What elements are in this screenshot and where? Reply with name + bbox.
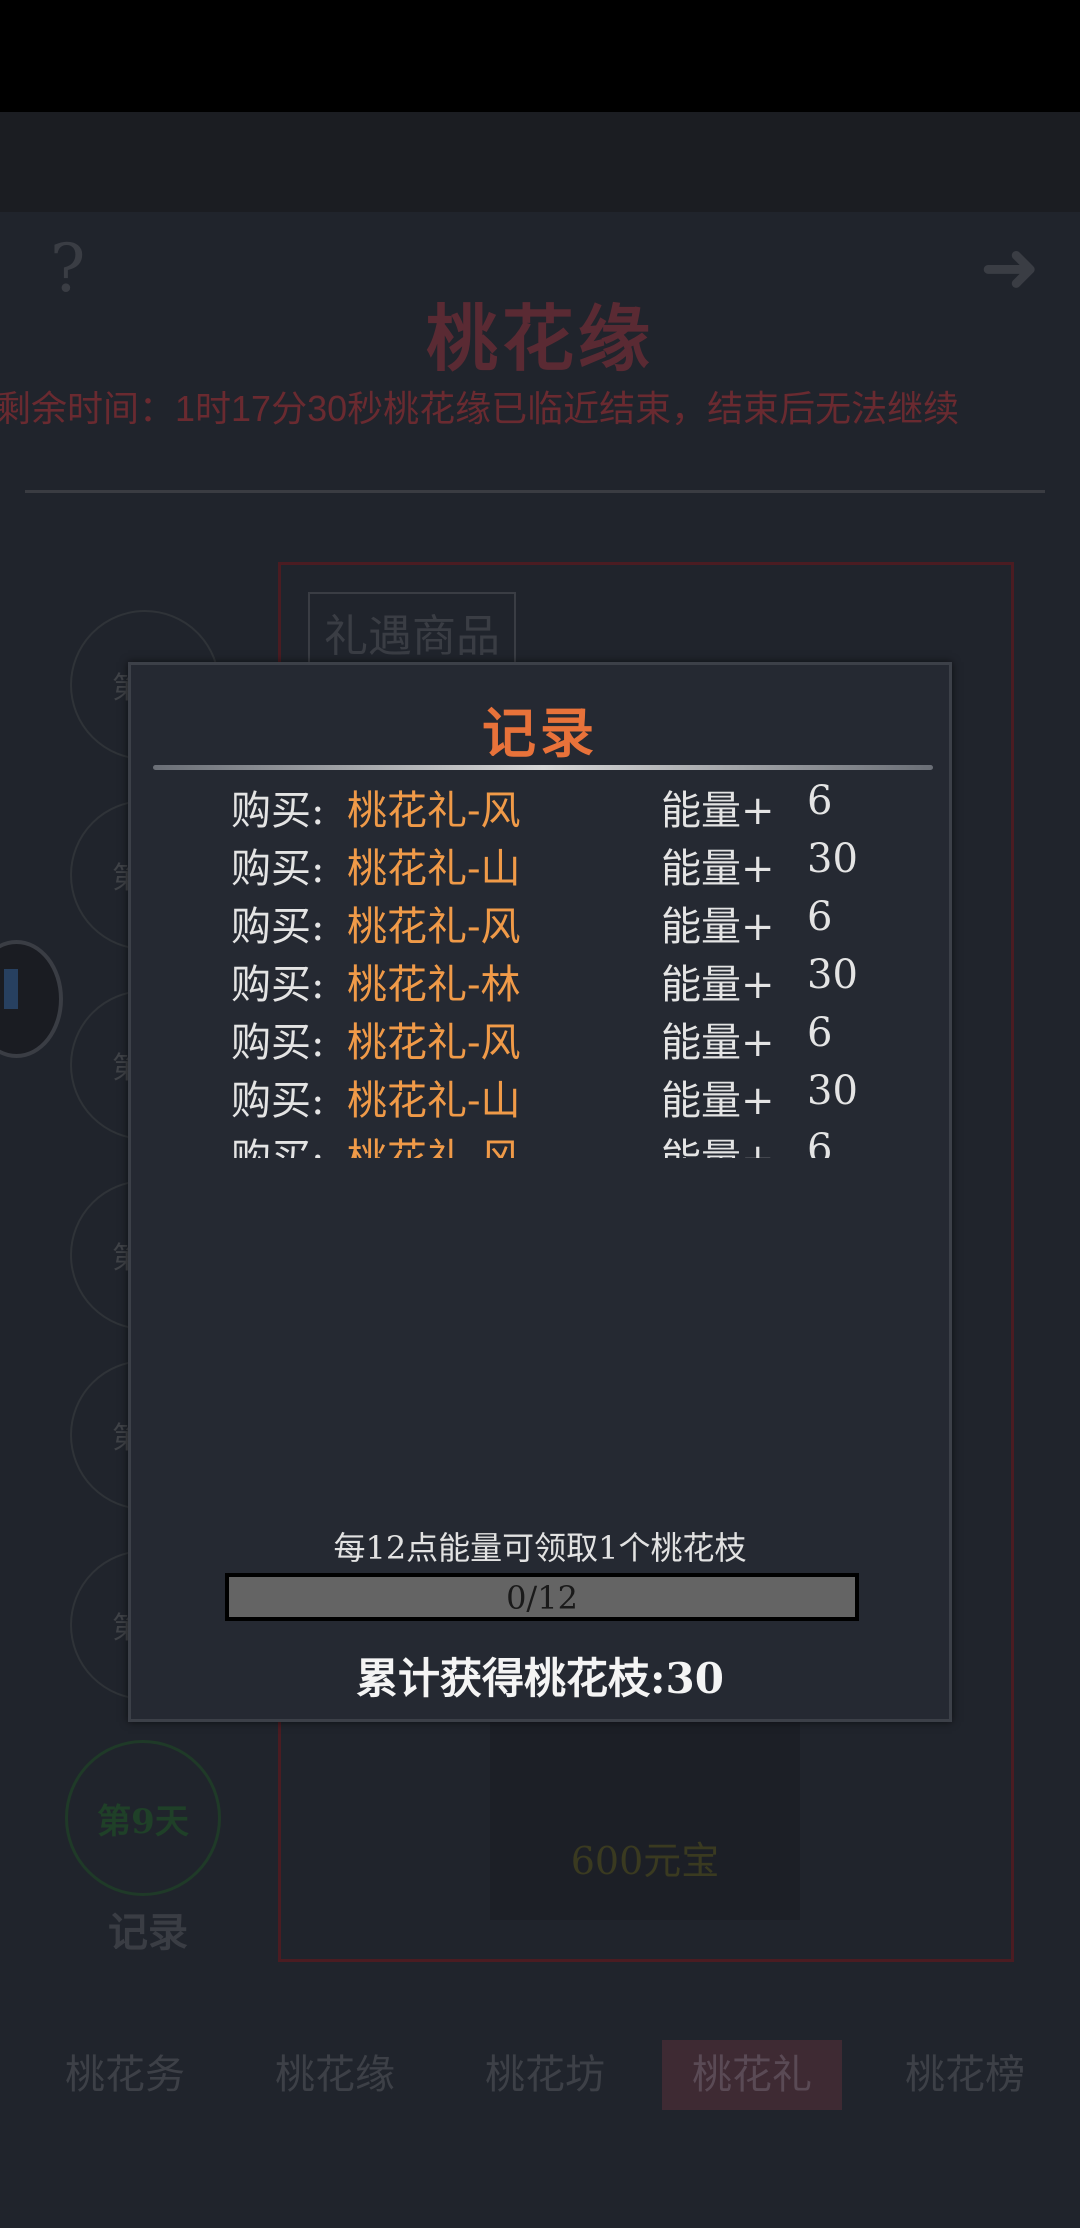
record-energy-label: 能量+ bbox=[661, 962, 775, 1008]
record-modal: 记录 购买: 桃花礼-风 能量+ 6 购买: 桃花礼-山 能量+ 30 购买: 桃花礼-风 能量+ 6… bbox=[128, 662, 952, 1722]
total-branches: 累计获得桃花枝:30 bbox=[356, 1654, 724, 1703]
countdown-text: 剩余时间：1时17分30秒桃花缘已临近结束，结束后无法继续 bbox=[0, 388, 960, 429]
gift-panel-label: 礼遇商品 bbox=[308, 592, 516, 672]
record-energy-amount: 30 bbox=[807, 1068, 858, 1114]
record-energy-label: 能量+ bbox=[661, 904, 775, 950]
record-energy-amount: 30 bbox=[807, 836, 858, 882]
record-item-name: 桃花礼-山 bbox=[347, 846, 521, 892]
tab-taohuafang[interactable]: 桃花坊 bbox=[470, 2040, 620, 2110]
record-row: 购买: 桃花礼-风 能量+ 6 bbox=[131, 778, 949, 836]
record-label: 购买: bbox=[231, 1020, 325, 1066]
record-label: 购买: bbox=[231, 1126, 324, 1158]
record-label: 购买: bbox=[231, 904, 325, 950]
modal-divider bbox=[153, 765, 933, 770]
record-label: 购买: bbox=[231, 1078, 325, 1124]
record-item-name: 桃花礼-山 bbox=[347, 1078, 521, 1124]
record-row: 购买: 桃花礼-山 能量+ 30 bbox=[131, 836, 949, 894]
record-item-name: 桃花礼-风 bbox=[347, 1020, 521, 1066]
bottom-tab-bar: 桃花务 桃花缘 桃花坊 桃花礼 桃花榜 bbox=[0, 2040, 1080, 2130]
record-energy-amount: 30 bbox=[807, 952, 858, 998]
day-9-circle[interactable]: 第9天 bbox=[65, 1740, 221, 1896]
gift-price: 600元宝 bbox=[570, 1839, 720, 1883]
record-energy-amount: 6 bbox=[807, 778, 833, 824]
page-title: 桃花缘 bbox=[425, 296, 654, 381]
record-energy-amount: 6 bbox=[807, 1126, 833, 1158]
record-item-name: 桃花礼-风 bbox=[347, 904, 521, 950]
energy-progress-bar: 0/12 bbox=[225, 1573, 859, 1621]
record-energy-label: 能量+ bbox=[661, 1126, 775, 1158]
record-energy-label: 能量+ bbox=[661, 788, 775, 834]
record-list[interactable]: 购买: 桃花礼-风 能量+ 6 购买: 桃花礼-山 能量+ 30 购买: 桃花礼-风 能量+ 6 购买:… bbox=[131, 778, 949, 1158]
record-item-name: 桃花礼-风 bbox=[347, 1126, 521, 1158]
record-energy-label: 能量+ bbox=[661, 1020, 775, 1066]
record-energy-amount: 6 bbox=[807, 1010, 833, 1056]
record-energy-amount: 6 bbox=[807, 894, 833, 940]
divider bbox=[25, 490, 1045, 493]
tab-taohuawu[interactable]: 桃花务 bbox=[50, 2040, 200, 2110]
record-label: 购买: bbox=[231, 962, 325, 1008]
record-item-name: 桃花礼-风 bbox=[347, 788, 521, 834]
record-row: 购买: 桃花礼-风 能量+ 6 bbox=[131, 1010, 949, 1068]
record-label: 购买: bbox=[231, 788, 325, 834]
record-label: 购买: bbox=[231, 846, 325, 892]
tab-taohuali[interactable]: 桃花礼 bbox=[662, 2040, 842, 2110]
record-row: 购买: 桃花礼-林 能量+ 30 bbox=[131, 952, 949, 1010]
record-item-name: 桃花礼-林 bbox=[347, 962, 521, 1008]
record-row: 购买: 桃花礼-山 能量+ 30 bbox=[131, 1068, 949, 1126]
status-bar bbox=[0, 0, 1080, 112]
record-row: 购买: 桃花礼-风 能量+ 6 bbox=[131, 1126, 949, 1158]
energy-hint: 每12点能量可领取1个桃花枝 bbox=[333, 1529, 747, 1567]
record-tab[interactable]: 记录 bbox=[108, 1900, 188, 1958]
top-bar bbox=[0, 112, 1080, 212]
modal-title: 记录 bbox=[482, 701, 598, 765]
record-energy-label: 能量+ bbox=[661, 846, 775, 892]
tab-taohuayuan[interactable]: 桃花缘 bbox=[260, 2040, 410, 2110]
record-row: 购买: 桃花礼-风 能量+ 6 bbox=[131, 894, 949, 952]
progress-text: 0/12 bbox=[506, 1579, 578, 1617]
tab-taohuabang[interactable]: 桃花榜 bbox=[890, 2040, 1040, 2110]
record-energy-label: 能量+ bbox=[661, 1078, 775, 1124]
